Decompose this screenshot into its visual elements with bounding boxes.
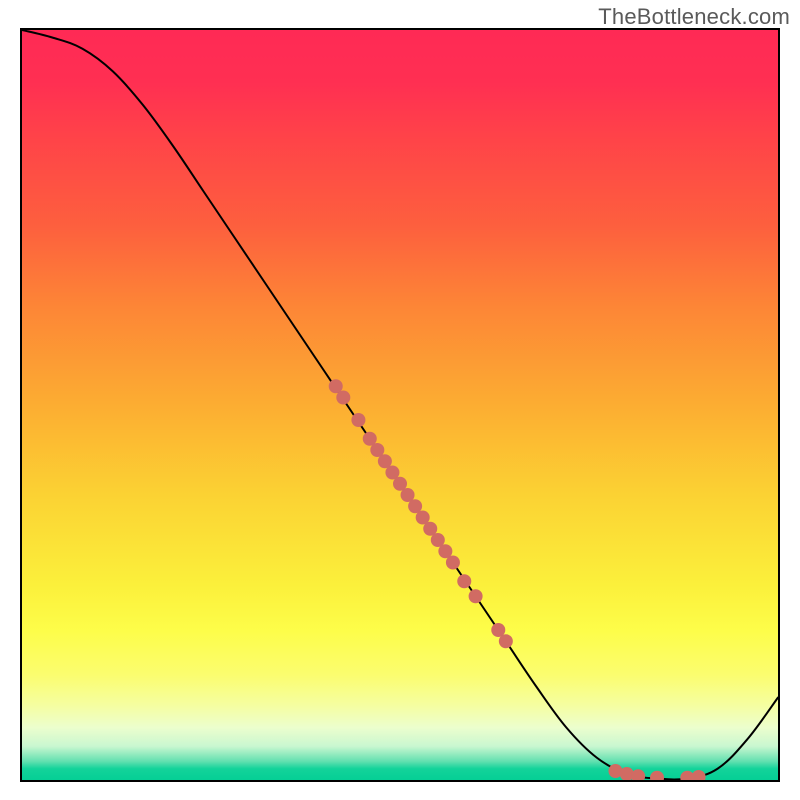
data-point xyxy=(631,769,645,780)
data-point xyxy=(336,391,350,405)
curve-layer xyxy=(22,30,778,780)
curve-path xyxy=(22,30,778,779)
data-point xyxy=(650,771,664,780)
data-point xyxy=(692,770,706,780)
bottleneck-curve xyxy=(22,30,778,779)
data-point xyxy=(351,413,365,427)
data-point xyxy=(446,556,460,570)
data-point xyxy=(499,634,513,648)
plot-area xyxy=(20,28,780,782)
chart-container: TheBottleneck.com xyxy=(0,0,800,800)
highlighted-points xyxy=(329,379,706,780)
data-point xyxy=(457,574,471,588)
data-point xyxy=(469,589,483,603)
watermark-text: TheBottleneck.com xyxy=(598,4,790,30)
